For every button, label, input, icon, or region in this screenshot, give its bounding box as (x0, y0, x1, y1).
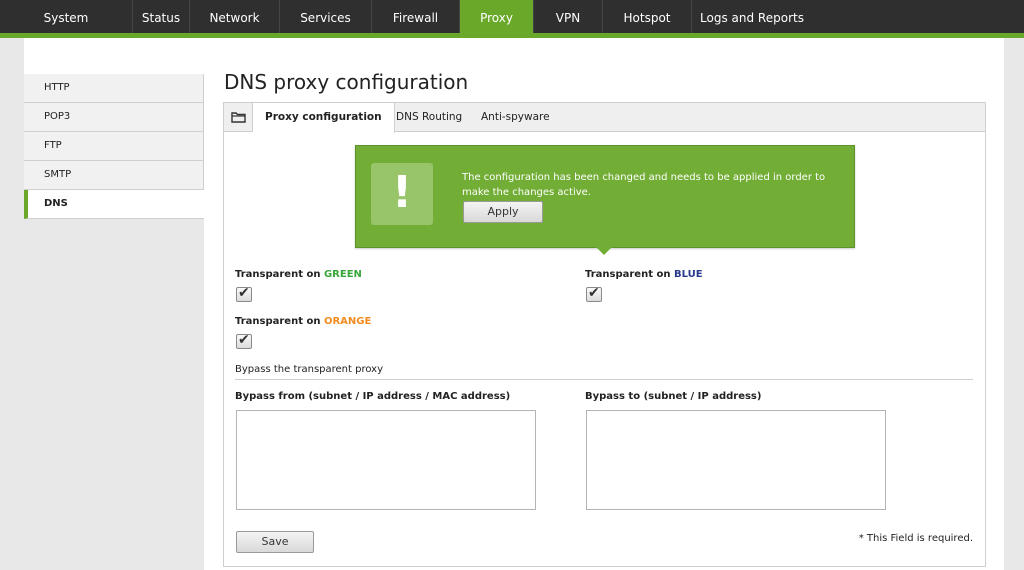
sidebar-item-ftp[interactable]: FTP (24, 132, 204, 161)
required-field-note: * This Field is required. (858, 533, 973, 544)
sidebar-item-smtp[interactable]: SMTP (24, 161, 204, 190)
folder-icon[interactable] (224, 103, 253, 132)
config-panel: Proxy configuration DNS Routing Anti-spy… (223, 102, 986, 567)
bypass-to-label: Bypass to (subnet / IP address) (585, 391, 762, 402)
transparent-orange-label: Transparent on ORANGE (235, 316, 372, 327)
transparent-green-checkbox[interactable]: ✔ (236, 285, 252, 302)
main-content: DNS proxy configuration Proxy configurat… (204, 38, 1004, 570)
right-gutter (1004, 38, 1024, 570)
transparent-green-label: Transparent on GREEN (235, 269, 362, 280)
blue-zone-name: BLUE (673, 269, 703, 280)
exclamation-icon: ! (371, 163, 433, 225)
transparent-orange-checkbox[interactable]: ✔ (236, 332, 252, 349)
checkmark-icon: ✔ (238, 285, 250, 301)
bypass-from-label: Bypass from (subnet / IP address / MAC a… (235, 391, 511, 402)
nav-item-system[interactable]: System (0, 0, 133, 33)
sidebar: HTTP POP3 FTP SMTP DNS (24, 38, 204, 570)
nav-item-logs-and-reports[interactable]: Logs and Reports (692, 0, 812, 33)
tab-bar: Proxy configuration DNS Routing Anti-spy… (224, 103, 985, 133)
green-zone-name: GREEN (323, 269, 362, 280)
bypass-to-textarea[interactable] (586, 410, 886, 510)
orange-zone-name: ORANGE (323, 316, 372, 327)
nav-item-network[interactable]: Network (190, 0, 280, 33)
section-divider (235, 379, 973, 380)
sidebar-header-spacer (24, 38, 204, 74)
save-button[interactable]: Save (236, 531, 314, 553)
tab-anti-spyware[interactable]: Anti-spyware (481, 103, 550, 132)
sidebar-item-pop3[interactable]: POP3 (24, 103, 204, 132)
apply-button[interactable]: Apply (463, 201, 543, 223)
nav-item-firewall[interactable]: Firewall (372, 0, 460, 33)
sidebar-item-http[interactable]: HTTP (24, 74, 204, 103)
tab-dns-routing[interactable]: DNS Routing (396, 103, 462, 132)
bypass-from-textarea[interactable] (236, 410, 536, 510)
nav-item-services[interactable]: Services (280, 0, 372, 33)
nav-item-vpn[interactable]: VPN (534, 0, 603, 33)
tab-proxy-configuration[interactable]: Proxy configuration (253, 103, 395, 133)
top-navigation: System Status Network Services Firewall … (0, 0, 1024, 33)
apply-changes-notice: ! The configuration has been changed and… (355, 145, 855, 255)
transparent-blue-checkbox[interactable]: ✔ (586, 285, 602, 302)
notice-message: The configuration has been changed and n… (462, 172, 826, 198)
page-title: DNS proxy configuration (224, 70, 469, 94)
nav-item-proxy[interactable]: Proxy (460, 0, 534, 33)
notice-pointer (595, 246, 613, 255)
sidebar-item-dns[interactable]: DNS (24, 190, 204, 219)
checkmark-icon: ✔ (238, 332, 250, 348)
transparent-blue-label: Transparent on BLUE (585, 269, 703, 280)
nav-item-status[interactable]: Status (133, 0, 190, 33)
checkmark-icon: ✔ (588, 285, 600, 301)
nav-item-hotspot[interactable]: Hotspot (603, 0, 692, 33)
bypass-section-title: Bypass the transparent proxy (235, 364, 383, 375)
